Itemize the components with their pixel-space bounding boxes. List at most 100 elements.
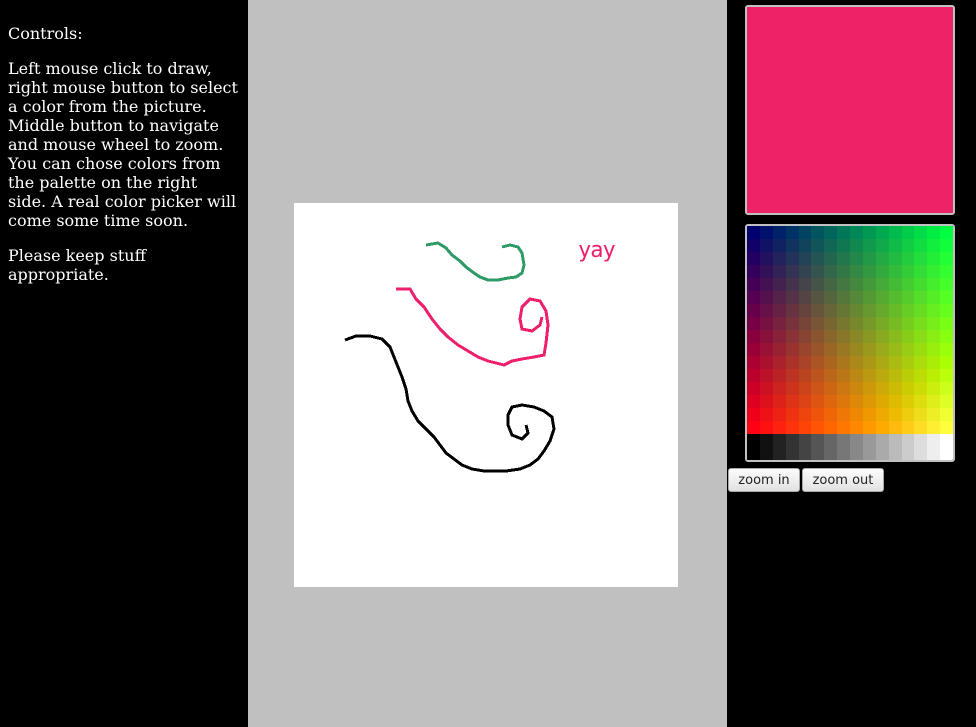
palette-swatch[interactable] (837, 317, 850, 330)
palette-swatch[interactable] (862, 317, 876, 330)
palette-swatch[interactable] (785, 369, 799, 382)
palette-swatch[interactable] (850, 252, 863, 265)
palette-swatch[interactable] (747, 395, 760, 408)
palette-swatch[interactable] (747, 356, 760, 369)
palette-swatch[interactable] (798, 278, 812, 291)
palette-swatch[interactable] (747, 265, 760, 278)
palette-swatch[interactable] (785, 330, 799, 343)
palette-swatch[interactable] (747, 421, 760, 434)
palette-swatch[interactable] (888, 317, 902, 330)
palette-swatch[interactable] (888, 304, 902, 317)
palette-swatch[interactable] (811, 343, 825, 356)
palette-swatch[interactable] (824, 382, 838, 395)
palette-swatch[interactable] (940, 252, 953, 265)
palette-swatch[interactable] (914, 395, 928, 408)
palette-swatch[interactable] (888, 239, 902, 252)
palette-swatch[interactable] (875, 421, 889, 434)
palette-swatch[interactable] (927, 330, 941, 343)
palette-swatch[interactable] (837, 226, 850, 239)
palette-swatch[interactable] (875, 317, 889, 330)
palette-swatch[interactable] (811, 356, 825, 369)
palette-gray-swatch[interactable] (888, 434, 902, 460)
palette-swatch[interactable] (888, 252, 902, 265)
palette-swatch[interactable] (798, 408, 812, 421)
palette-swatch[interactable] (901, 278, 915, 291)
palette-swatch[interactable] (875, 408, 889, 421)
palette-swatch[interactable] (901, 369, 915, 382)
palette-swatch[interactable] (811, 252, 825, 265)
palette-swatch[interactable] (798, 356, 812, 369)
palette-swatch[interactable] (824, 343, 838, 356)
palette-swatch[interactable] (759, 395, 773, 408)
palette-swatch[interactable] (927, 382, 941, 395)
palette-swatch[interactable] (824, 395, 838, 408)
palette-swatch[interactable] (888, 278, 902, 291)
palette-swatch[interactable] (850, 226, 863, 239)
palette-swatch[interactable] (798, 395, 812, 408)
palette-swatch[interactable] (940, 408, 953, 421)
palette-swatch[interactable] (888, 369, 902, 382)
palette-swatch[interactable] (940, 343, 953, 356)
palette-swatch[interactable] (785, 252, 799, 265)
palette-swatch[interactable] (901, 421, 915, 434)
palette-swatch[interactable] (862, 382, 876, 395)
palette-gray-swatch[interactable] (901, 434, 915, 460)
palette-swatch[interactable] (940, 317, 953, 330)
palette-gray-swatch[interactable] (811, 434, 825, 460)
palette-swatch[interactable] (850, 343, 863, 356)
palette-color-grid[interactable] (747, 226, 953, 434)
palette-swatch[interactable] (772, 291, 786, 304)
palette-swatch[interactable] (914, 369, 928, 382)
palette-grayscale-row[interactable] (747, 434, 953, 460)
palette-swatch[interactable] (837, 369, 850, 382)
palette-swatch[interactable] (772, 343, 786, 356)
palette-gray-swatch[interactable] (837, 434, 850, 460)
palette-gray-swatch[interactable] (927, 434, 941, 460)
palette-swatch[interactable] (772, 226, 786, 239)
palette-swatch[interactable] (759, 369, 773, 382)
palette-swatch[interactable] (824, 278, 838, 291)
palette-swatch[interactable] (747, 226, 760, 239)
palette-swatch[interactable] (785, 317, 799, 330)
palette-swatch[interactable] (850, 317, 863, 330)
palette-swatch[interactable] (927, 356, 941, 369)
palette-swatch[interactable] (914, 252, 928, 265)
palette-gray-swatch[interactable] (914, 434, 928, 460)
palette-swatch[interactable] (747, 291, 760, 304)
palette-swatch[interactable] (862, 304, 876, 317)
palette-swatch[interactable] (772, 382, 786, 395)
palette-swatch[interactable] (875, 291, 889, 304)
palette-swatch[interactable] (888, 265, 902, 278)
palette-swatch[interactable] (759, 226, 773, 239)
palette-swatch[interactable] (862, 369, 876, 382)
palette-swatch[interactable] (875, 330, 889, 343)
palette-swatch[interactable] (837, 252, 850, 265)
palette-swatch[interactable] (940, 369, 953, 382)
palette-swatch[interactable] (772, 265, 786, 278)
palette-swatch[interactable] (759, 265, 773, 278)
zoom-in-button[interactable]: zoom in (728, 468, 800, 492)
palette-swatch[interactable] (759, 343, 773, 356)
palette-swatch[interactable] (927, 252, 941, 265)
palette-swatch[interactable] (772, 395, 786, 408)
palette-swatch[interactable] (772, 317, 786, 330)
palette-swatch[interactable] (850, 382, 863, 395)
palette-swatch[interactable] (862, 330, 876, 343)
palette-swatch[interactable] (927, 343, 941, 356)
palette-swatch[interactable] (850, 265, 863, 278)
palette-swatch[interactable] (888, 330, 902, 343)
palette-swatch[interactable] (888, 395, 902, 408)
palette-swatch[interactable] (927, 226, 941, 239)
palette-gray-swatch[interactable] (759, 434, 773, 460)
palette-swatch[interactable] (901, 239, 915, 252)
palette-swatch[interactable] (914, 265, 928, 278)
palette-swatch[interactable] (850, 278, 863, 291)
palette-swatch[interactable] (914, 356, 928, 369)
palette-swatch[interactable] (824, 239, 838, 252)
palette-swatch[interactable] (914, 382, 928, 395)
palette-gray-swatch[interactable] (785, 434, 799, 460)
palette-swatch[interactable] (875, 226, 889, 239)
palette-swatch[interactable] (850, 369, 863, 382)
canvas-workspace[interactable]: yay (248, 0, 727, 727)
palette-swatch[interactable] (772, 239, 786, 252)
